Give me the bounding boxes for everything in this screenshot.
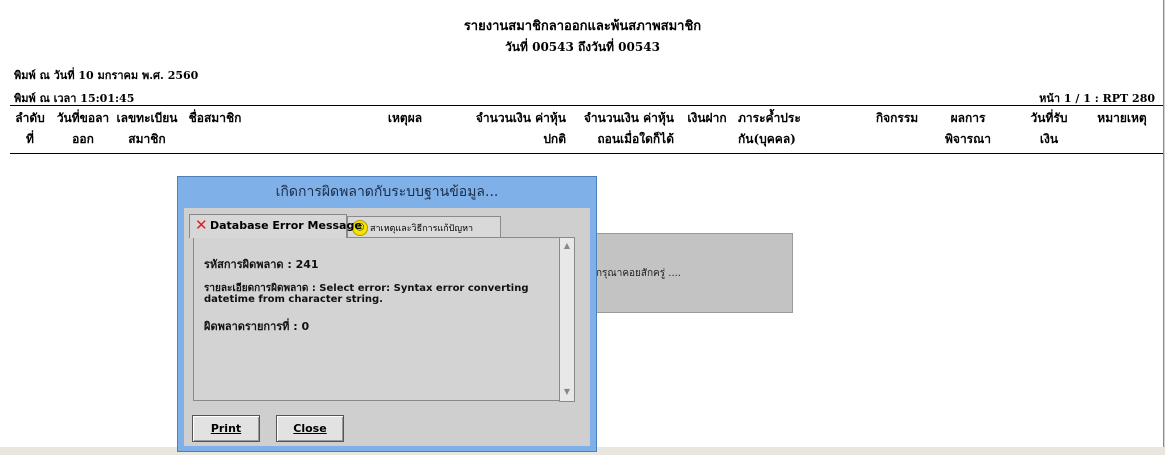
error-detail-line2: datetime from character string. [204, 294, 383, 305]
tab-database-error[interactable]: ✕ Database Error Message [189, 214, 362, 238]
scroll-down-icon[interactable]: ▼ [560, 385, 574, 399]
header-top-rule [10, 105, 1163, 106]
waiting-text: กรุณาคอยสักครู่ .... [596, 268, 681, 279]
close-button[interactable]: Close [276, 415, 344, 442]
print-date: พิมพ์ ณ วันที่ 10 มกราคม พ.ศ. 2560 [14, 69, 199, 82]
col-activity: กิจกรรม [875, 111, 919, 125]
col-share-normal: จำนวนเงิน ค่าหุ้น ปกติ [475, 111, 566, 146]
close-x-icon: ✕ [195, 216, 208, 234]
scroll-up-icon[interactable]: ▲ [560, 239, 574, 253]
database-error-dialog: เกิดการผิดพลาดกับระบบฐานข้อมูล... ✕ Data… [177, 176, 597, 452]
col-guarantee: ภาระค้ำประ กัน(บุคคล) [738, 111, 801, 146]
col-seq: ลำดับ ที่ [15, 111, 45, 146]
error-code: รหัสการผิดพลาด : 241 [204, 258, 319, 271]
tab-cause-solution[interactable]: ☺ สาเหตุและวิธีการแก้ปัญหา [347, 216, 501, 238]
col-result: ผลการ พิจารณา [945, 111, 991, 146]
col-reason: เหตุผล [387, 111, 423, 125]
error-row: ผิดพลาดรายการที่ : 0 [204, 320, 310, 333]
col-remark: หมายเหตุ [1097, 111, 1147, 125]
dialog-body: ✕ Database Error Message ☺ สาเหตุและวิธี… [184, 208, 590, 446]
dialog-title: เกิดการผิดพลาดกับระบบฐานข้อมูล... [275, 184, 499, 200]
col-share-withdrawable: จำนวนเงิน ค่าหุ้น ถอนเมื่อใดก็ได้ [583, 111, 674, 146]
report-date-range: วันที่ 00543 ถึงวันที่ 00543 [505, 40, 660, 54]
col-resign-date: วันที่ขอลา ออก [56, 111, 110, 146]
col-deposit: เงินฝาก [687, 111, 727, 125]
vertical-scrollbar[interactable]: ▲ ▼ [559, 237, 575, 402]
waiting-box: กรุณาคอยสักครู่ .... [591, 233, 793, 313]
col-received-date: วันที่รับ เงิน [1030, 111, 1068, 146]
print-button[interactable]: Print [192, 415, 260, 442]
header-bottom-rule [10, 153, 1163, 154]
error-detail-line1: รายละเอียดการผิดพลาด : Select error: Syn… [204, 283, 529, 294]
col-member-no: เลขทะเบียน สมาชิก [116, 111, 178, 146]
error-message-panel: รหัสการผิดพลาด : 241 รายละเอียดการผิดพลา… [193, 237, 560, 401]
report-title: รายงานสมาชิกลาออกและพ้นสภาพสมาชิก [463, 19, 702, 34]
col-member-name: ชื่อสมาชิก [188, 111, 242, 125]
